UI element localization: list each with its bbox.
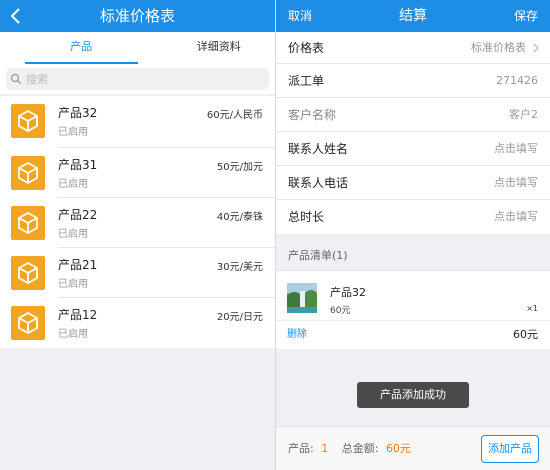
product-price: 50元/加元: [216, 162, 263, 173]
product-status: 已启用: [58, 179, 88, 190]
price-list-field[interactable]: 价格表 标准价格表: [276, 32, 550, 64]
product-box-icon: [11, 306, 45, 340]
field-label: 联系人姓名: [288, 142, 349, 156]
field-value: 客户2: [509, 108, 538, 121]
checkout-pane: 取消 结算 保存 价格表 标准价格表 派工单 271426 客户名称 客户2 联…: [275, 0, 550, 470]
product-box-icon: [11, 256, 45, 290]
contact-phone-field[interactable]: 联系人电话 点击填写: [276, 166, 550, 200]
product-name: 产品32: [58, 106, 98, 120]
field-placeholder[interactable]: 点击填写: [494, 200, 538, 234]
product-box-icon: [11, 206, 45, 240]
product-price: 20元/日元: [216, 312, 263, 323]
field-value: 标准价格表: [471, 41, 526, 54]
price-list-header: 标准价格表: [0, 0, 275, 32]
search-box[interactable]: [6, 68, 269, 90]
product-item[interactable]: 产品21 已启用 30元/美元: [0, 248, 275, 298]
page-title: 结算: [399, 8, 427, 24]
cart-item-name: 产品32: [330, 286, 366, 299]
field-label: 派工单: [288, 74, 325, 88]
customer-name-field: 客户名称 客户2: [276, 98, 550, 132]
tab-bar: 产品 详细资料: [0, 32, 275, 64]
product-list: 产品32 已启用 60元/人民币 产品31 已启用 50元/加元 产品22 已启…: [0, 96, 275, 348]
count-value: 1: [321, 442, 329, 455]
field-label: 价格表: [288, 41, 325, 55]
product-name: 产品31: [58, 158, 98, 172]
product-price: 30元/美元: [216, 262, 263, 273]
amount-value: 60元: [385, 442, 411, 455]
checkout-header: 取消 结算 保存: [276, 0, 550, 32]
field-placeholder[interactable]: 点击填写: [494, 132, 538, 166]
footer-summary: 产品: 1 总金额: 60元: [288, 427, 411, 470]
product-box-icon: [11, 156, 45, 190]
field-placeholder[interactable]: 点击填写: [494, 166, 538, 200]
field-label: 联系人电话: [288, 176, 349, 190]
delete-button[interactable]: 删除: [287, 321, 307, 349]
add-product-button[interactable]: 添加产品: [481, 435, 539, 463]
work-order-field: 派工单 271426: [276, 64, 550, 98]
product-name: 产品21: [58, 258, 98, 272]
search-icon: [10, 73, 21, 84]
count-label: 产品:: [288, 442, 314, 455]
field-value: 271426: [496, 74, 538, 87]
search-input[interactable]: [26, 72, 246, 86]
product-status: 已启用: [58, 229, 88, 240]
product-thumbnail: [287, 283, 317, 313]
cart-item-subtotal: 60元: [513, 328, 538, 341]
checkout-footer: 产品: 1 总金额: 60元 添加产品: [276, 426, 550, 470]
product-box-icon: [11, 104, 45, 138]
product-status: 已启用: [58, 279, 88, 290]
checkout-form: 价格表 标准价格表 派工单 271426 客户名称 客户2 联系人姓名 点击填写…: [276, 32, 550, 234]
product-price: 60元/人民币: [206, 110, 263, 121]
section-title: 产品清单(1): [276, 234, 550, 270]
tab-details[interactable]: 详细资料: [163, 32, 276, 64]
cart-item-quantity: ×1: [526, 304, 538, 313]
cart-list: 产品32 60元 ×1 删除 60元: [276, 270, 550, 349]
product-status: 已启用: [58, 127, 88, 138]
tab-products[interactable]: 产品: [25, 32, 138, 64]
search-bar: [0, 64, 275, 94]
product-item[interactable]: 产品32 已启用 60元/人民币: [0, 96, 275, 148]
product-status: 已启用: [58, 329, 88, 340]
total-duration-field[interactable]: 总时长 点击填写: [276, 200, 550, 234]
product-price: 40元/泰铢: [216, 212, 263, 223]
product-item[interactable]: 产品31 已启用 50元/加元: [0, 148, 275, 198]
contact-name-field[interactable]: 联系人姓名 点击填写: [276, 132, 550, 166]
cart-item[interactable]: 产品32 60元 ×1: [276, 271, 550, 321]
field-label: 总时长: [288, 210, 325, 224]
cart-item-actions: 删除 60元: [276, 321, 550, 349]
save-button[interactable]: 保存: [514, 0, 538, 32]
toast-message: 产品添加成功: [357, 382, 469, 408]
product-name: 产品22: [58, 208, 98, 222]
product-item[interactable]: 产品22 已启用 40元/泰铢: [0, 198, 275, 248]
cart-item-price: 60元: [330, 306, 351, 316]
product-item[interactable]: 产品12 已启用 20元/日元: [0, 298, 275, 348]
product-name: 产品12: [58, 308, 98, 322]
chevron-right-icon: [533, 43, 539, 53]
price-list-pane: 标准价格表 产品 详细资料 产品32 已启用 60元/人民币 产品31 已启用 …: [0, 0, 275, 470]
field-label: 客户名称: [288, 108, 337, 122]
page-title: 标准价格表: [99, 7, 175, 25]
amount-label: 总金额:: [341, 442, 379, 455]
